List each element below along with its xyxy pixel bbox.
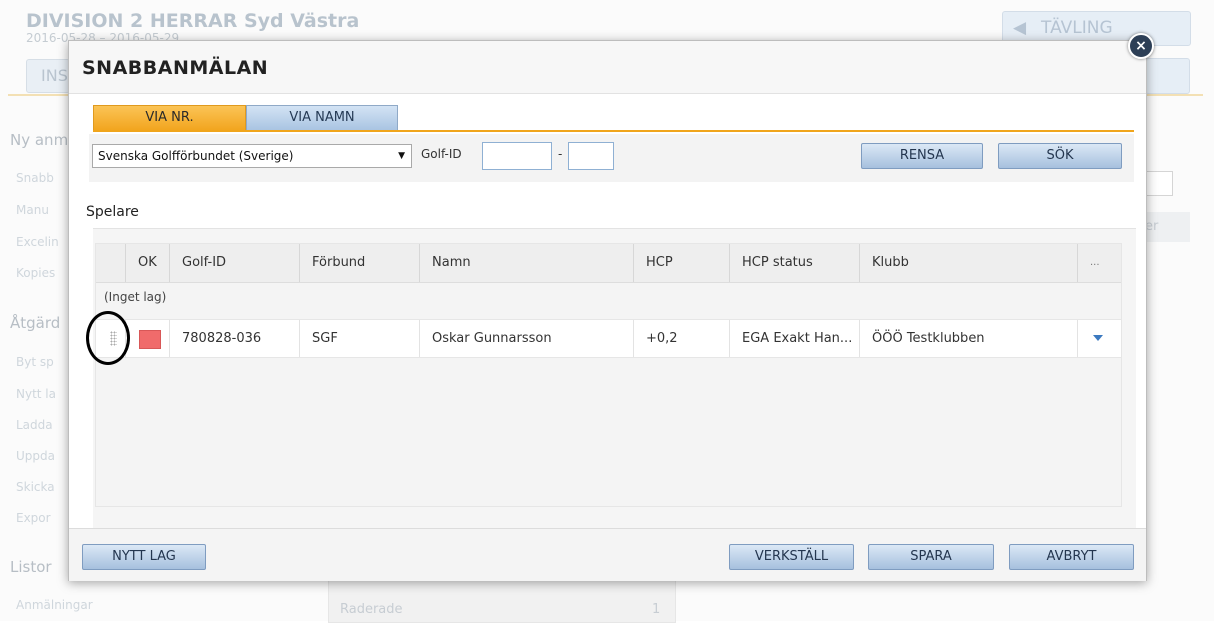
column-options-button[interactable]: ... (1078, 244, 1121, 282)
sidebar-item: Excelin (16, 235, 59, 249)
background-button (1145, 58, 1190, 94)
competition-title: DIVISION 2 HERRAR Syd Västra (26, 10, 360, 32)
dialog-header: SNABBANMÄLAN (69, 41, 1146, 94)
sidebar-item: Uppda (16, 449, 55, 463)
column-header-klubb[interactable]: Klubb (860, 244, 1078, 282)
sidebar-item: Nytt la (16, 387, 56, 401)
sidebar-item: Manu (16, 203, 49, 217)
sidebar-item: Ladda (16, 418, 53, 432)
close-icon[interactable]: × (1128, 33, 1154, 59)
federation-select[interactable]: Svenska Golfförbundet (Sverige) ▼ (92, 144, 412, 168)
golf-id-cell: 780828-036 (170, 320, 300, 357)
background-tab: INS (26, 59, 70, 93)
sidebar-item: Expor (16, 511, 51, 525)
dialog-footer: NYTT LAG VERKSTÄLL SPARA AVBRYT (69, 528, 1146, 581)
column-header-forbund[interactable]: Förbund (300, 244, 420, 282)
background-column-header-text: er (1145, 219, 1159, 234)
golf-id-input-part2[interactable] (568, 142, 614, 170)
column-header-golf-id[interactable]: Golf-ID (170, 244, 300, 282)
rensa-button[interactable]: RENSA (861, 143, 983, 169)
sidebar-item: Snabb (16, 171, 54, 185)
row-menu-arrow-icon[interactable] (1093, 335, 1103, 341)
dropdown-arrow-icon: ▼ (398, 151, 405, 161)
ok-status-indicator (139, 330, 161, 349)
column-header-hcp-status[interactable]: HCP status (730, 244, 860, 282)
hcp-status-cell: EGA Exakt Han... (730, 320, 860, 357)
golf-id-separator: - (558, 147, 563, 161)
nytt-lag-button[interactable]: NYTT LAG (82, 544, 206, 570)
avbryt-button[interactable]: AVBRYT (1009, 544, 1134, 570)
table-row[interactable]: 780828-036 SGF Oskar Gunnarsson +0,2 EGA… (96, 319, 1121, 358)
players-grid-body: OK Golf-ID Förbund Namn HCP HCP status K… (95, 243, 1122, 507)
column-header-hcp[interactable]: HCP (634, 244, 730, 282)
federation-select-value: Svenska Golfförbundet (Sverige) (98, 149, 294, 163)
annotation-circle (86, 311, 130, 365)
forbund-cell: SGF (300, 320, 420, 357)
golf-id-input-part1[interactable] (482, 142, 552, 170)
background-column-header: er (1145, 212, 1190, 242)
tab-via-namn[interactable]: VIA NAMN (246, 105, 398, 130)
tab-bar: VIA NR. VIA NAMN (93, 105, 1134, 132)
players-section-label: Spelare (86, 204, 139, 220)
sok-button[interactable]: SÖK (998, 143, 1122, 169)
column-header-namn[interactable]: Namn (420, 244, 634, 282)
sidebar-section-ny: Ny anm (10, 131, 69, 149)
hcp-cell: +0,2 (634, 320, 730, 357)
sidebar-section-atgard: Åtgärd (10, 314, 61, 332)
golf-id-label: Golf-ID (421, 147, 462, 161)
snabbanmalan-dialog: SNABBANMÄLAN × VIA NR. VIA NAMN Svenska … (68, 33, 1154, 581)
background-input (1145, 171, 1173, 196)
namn-cell: Oskar Gunnarsson (420, 320, 634, 357)
sidebar-item: Byt sp (16, 355, 54, 369)
verkstall-button[interactable]: VERKSTÄLL (729, 544, 854, 570)
column-header-drag (96, 244, 126, 282)
sidebar-section-listor: Listor (10, 558, 52, 576)
klubb-cell: ÖÖÖ Testklubben (860, 320, 1078, 357)
group-label: (Inget lag) (104, 290, 167, 304)
sidebar-item: Kopies (16, 266, 56, 280)
background-raderade-label: Raderade (340, 602, 403, 617)
grid-header-row: OK Golf-ID Förbund Namn HCP HCP status K… (96, 244, 1121, 283)
tavling-label: TÄVLING (1041, 18, 1113, 38)
dialog-title: SNABBANMÄLAN (82, 57, 269, 79)
players-grid: OK Golf-ID Förbund Namn HCP HCP status K… (93, 228, 1136, 531)
search-panel: Svenska Golfförbundet (Sverige) ▼ Golf-I… (89, 134, 1134, 182)
sidebar-item-anmalningar: Anmälningar (16, 598, 93, 612)
ok-status-cell (126, 320, 170, 357)
background-raderade-value: 1 (652, 602, 661, 617)
sidebar-item: Skicka (16, 480, 55, 494)
tab-via-nr[interactable]: VIA NR. (93, 105, 246, 130)
column-header-ok[interactable]: OK (126, 244, 170, 282)
spara-button[interactable]: SPARA (868, 544, 994, 570)
